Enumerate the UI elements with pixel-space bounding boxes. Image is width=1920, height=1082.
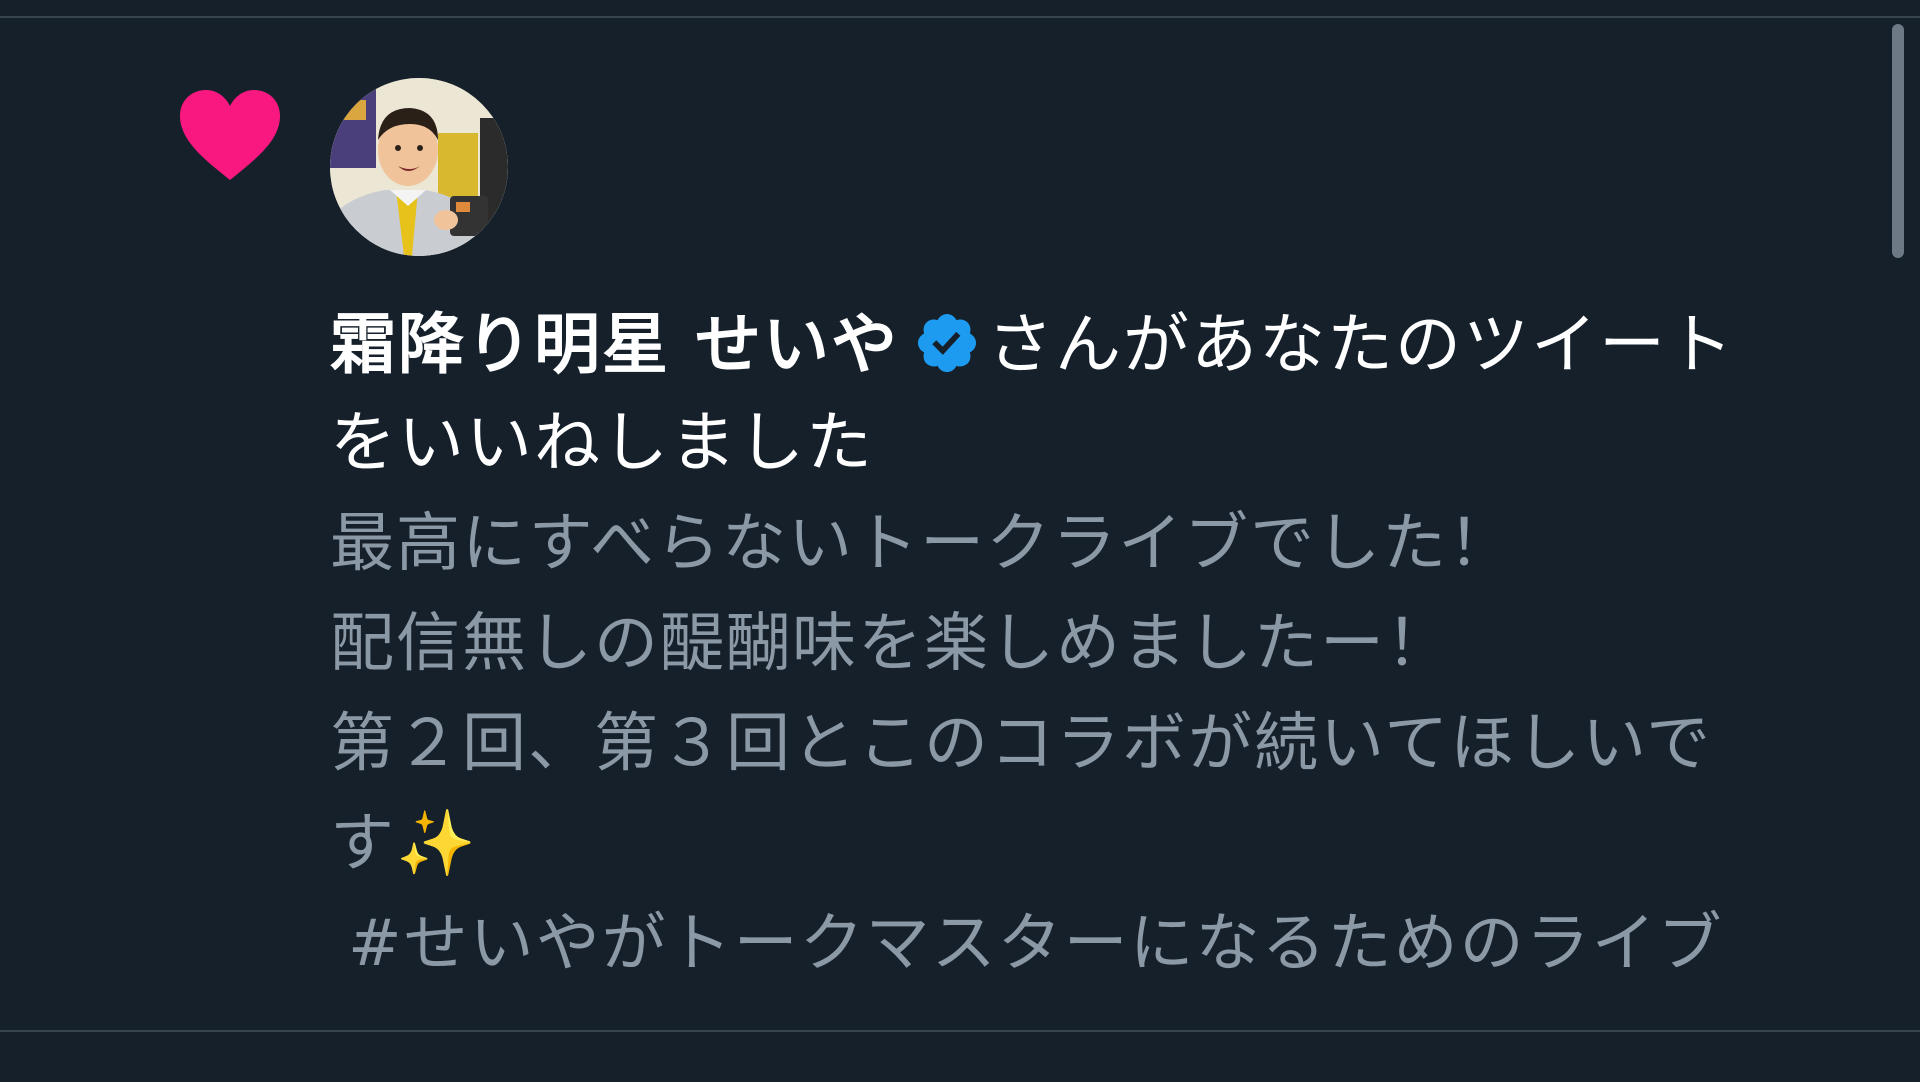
actor-name[interactable]: 霜降り明星 せいや xyxy=(330,306,899,383)
avatar[interactable] xyxy=(330,78,508,256)
hashtag[interactable]: #せいやがトークマスターになるためのライブ xyxy=(330,894,1870,994)
action-text-line1: さんがあなたのツイート xyxy=(986,306,1735,383)
liked-tweet-text[interactable]: 最高にすべらないトークライブでした！ 配信無しの醍醐味を楽しめましたー！ 第２回… xyxy=(330,494,1870,994)
tweet-line: 第２回、第３回とこのコラボが続いてほしいで xyxy=(330,707,1713,781)
notification-content: 霜降り明星 せいや さんがあなたのツイート をいいねしました 最高にすべらないトー… xyxy=(330,296,1870,994)
heart-icon xyxy=(180,90,280,180)
tweet-line: 配信無しの醍醐味を楽しめましたー！ xyxy=(330,607,1452,681)
verified-badge-icon xyxy=(917,313,977,373)
notifications-page: 霜降り明星 せいや さんがあなたのツイート をいいねしました 最高にすべらないトー… xyxy=(0,0,1920,1082)
scrollbar-thumb[interactable] xyxy=(1892,24,1904,258)
action-text-line2: をいいねしました xyxy=(330,404,874,481)
notification-headline: 霜降り明星 せいや さんがあなたのツイート をいいねしました xyxy=(330,296,1870,492)
avatar-image xyxy=(330,78,508,256)
tweet-line: 最高にすべらないトークライブでした！ xyxy=(330,507,1515,581)
top-divider xyxy=(0,16,1920,18)
tweet-line: す✨ xyxy=(330,807,478,881)
bottom-divider xyxy=(0,1030,1920,1032)
